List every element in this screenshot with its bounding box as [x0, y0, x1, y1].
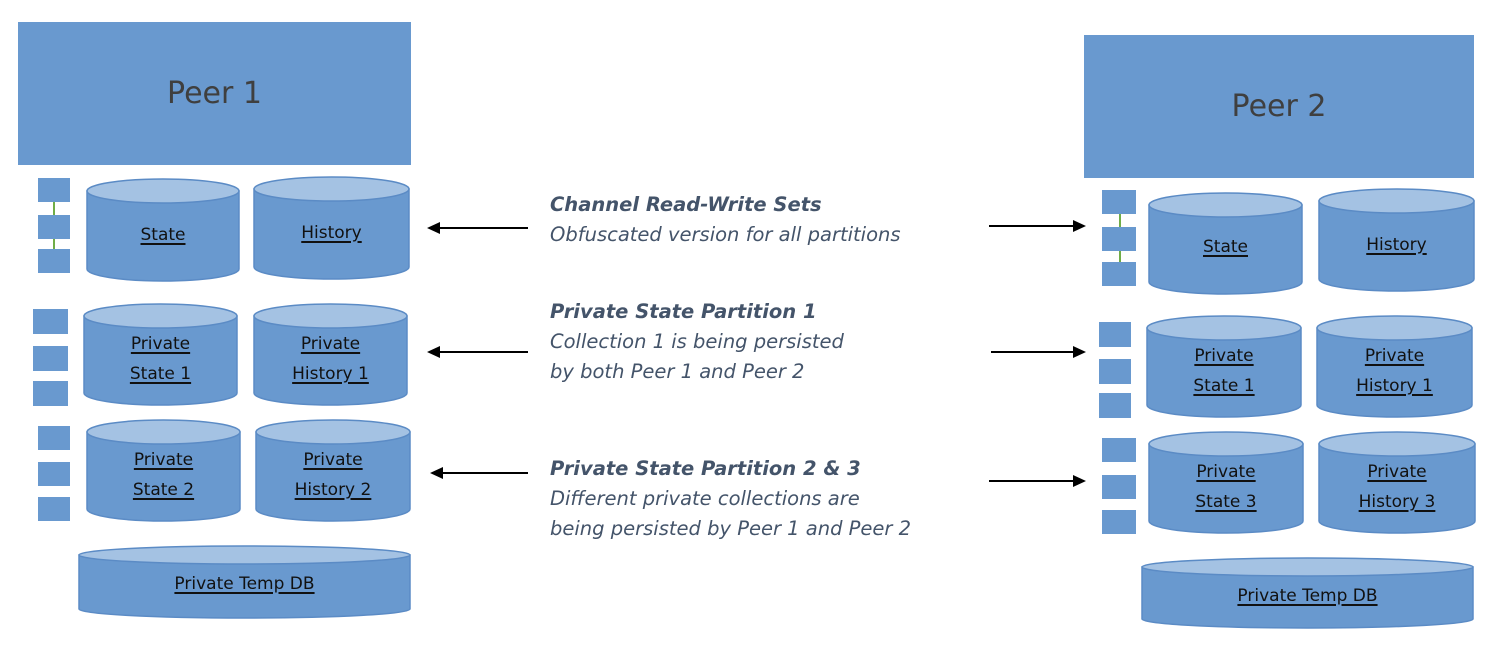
block-connector [1119, 214, 1121, 227]
history-db-cylinder: History [253, 176, 410, 280]
cylinder-top [253, 176, 410, 202]
block-square [1102, 475, 1136, 499]
block-connector [1119, 251, 1121, 262]
peer2-box: Peer 2 [1084, 35, 1474, 178]
annotation-private-partition-2-3: Private State Partition 2 & 3 Different … [550, 454, 911, 544]
private-history-2-label-line1: Private [303, 450, 363, 470]
block-square [38, 215, 70, 239]
arrow-head [1073, 220, 1086, 232]
private-history-2-label-line2: History 2 [294, 480, 372, 500]
private-state-1-label-line2: State 1 [129, 364, 192, 384]
private-state-3-label-line2: State 3 [1195, 492, 1257, 512]
arrow-left-channel [427, 222, 528, 234]
private-state-3-label-line1: Private [1196, 462, 1256, 482]
block-square [33, 309, 68, 334]
annotation-heading: Private State Partition 1 [550, 300, 817, 323]
annotation-line: being persisted by Peer 1 and Peer 2 [550, 517, 912, 540]
cylinder-top [1148, 192, 1303, 218]
private-history-3-label-line1: Private [1367, 462, 1427, 482]
cylinder-top [78, 545, 411, 565]
private-temp-db-cylinder: Private Temp DB [78, 545, 411, 619]
block-square [1102, 190, 1136, 214]
block-square [1102, 438, 1136, 462]
private-state-1-cylinder: Private State 1 [83, 303, 238, 406]
block-square [38, 462, 70, 486]
state-db-label: State [1203, 237, 1248, 257]
peer1-box: Peer 1 [18, 22, 411, 165]
private-state-1-cylinder: Private State 1 [1146, 315, 1302, 418]
arrow-head [427, 222, 440, 234]
arrow-left-partition-2-3 [430, 467, 528, 479]
private-history-1-label-line1: Private [1364, 346, 1425, 366]
block-square [1102, 227, 1136, 251]
arrow-left-partition-1 [427, 346, 528, 358]
private-temp-db-cylinder: Private Temp DB [1141, 557, 1474, 629]
annotation-heading: Private State Partition 2 & 3 [550, 457, 861, 480]
arrow-right-partition-2-3 [989, 475, 1086, 487]
private-temp-db-label: Private Temp DB [1237, 586, 1378, 606]
arrow-head [427, 346, 440, 358]
cylinder-top [1146, 315, 1302, 341]
block-square [1099, 322, 1131, 347]
cylinder-top [1318, 431, 1476, 457]
arrow-head [430, 467, 443, 479]
private-history-1-label-line1: Private [300, 334, 361, 354]
private-state-1-label-line1: Private [130, 334, 191, 354]
cylinder-top [255, 419, 411, 445]
annotation-private-partition-1: Private State Partition 1 Collection 1 i… [550, 297, 844, 387]
arrow-right-partition-1 [991, 346, 1086, 358]
annotation-line: Collection 1 is being persisted [550, 330, 844, 353]
cylinder-top [1318, 188, 1475, 214]
private-history-3-label-line2: History 3 [1358, 492, 1436, 512]
arrow-head [1073, 346, 1086, 358]
history-db-label: History [301, 223, 362, 243]
private-history-1-label-line2: History 1 [292, 364, 369, 384]
block-square [1099, 359, 1131, 384]
private-temp-db-label: Private Temp DB [174, 574, 315, 594]
annotation-heading: Channel Read-Write Sets [550, 193, 822, 216]
annotation-line: by both Peer 1 and Peer 2 [550, 360, 805, 383]
private-state-1-label-line2: State 1 [1193, 376, 1255, 396]
block-square [38, 178, 70, 202]
private-history-1-cylinder: Private History 1 [1316, 315, 1473, 418]
block-square [33, 346, 68, 371]
private-state-1-label-line1: Private [1194, 346, 1254, 366]
cylinder-top [1141, 557, 1474, 577]
block-square [38, 497, 70, 521]
cylinder-top [86, 419, 241, 445]
cylinder-top [83, 303, 238, 329]
history-db-cylinder: History [1318, 188, 1475, 292]
block-square [38, 426, 70, 450]
private-state-2-label-line2: State 2 [132, 480, 195, 500]
private-history-2-cylinder: Private History 2 [255, 419, 411, 522]
annotation-channel-rw-sets: Channel Read-Write Sets Obfuscated versi… [550, 190, 901, 250]
private-state-3-cylinder: Private State 3 [1148, 431, 1304, 534]
arrow-head [1073, 475, 1086, 487]
block-connector [53, 239, 55, 249]
annotation-line: Obfuscated version for all partitions [550, 223, 901, 246]
state-db-label: State [140, 225, 186, 245]
private-history-3-cylinder: Private History 3 [1318, 431, 1476, 534]
private-history-1-label-line2: History 1 [1356, 376, 1433, 396]
private-state-2-cylinder: Private State 2 [86, 419, 241, 522]
private-history-1-cylinder: Private History 1 [253, 303, 408, 406]
cylinder-top [1148, 431, 1304, 457]
peer2-title: Peer 2 [1231, 89, 1327, 124]
annotation-line: Different private collections are [550, 487, 860, 510]
block-square [33, 381, 68, 406]
state-db-cylinder: State [86, 178, 240, 282]
peer1-title: Peer 1 [167, 76, 262, 111]
block-connector [53, 202, 55, 215]
cylinder-top [253, 303, 408, 329]
block-square [1099, 393, 1131, 418]
history-db-label: History [1366, 235, 1427, 255]
state-db-cylinder: State [1148, 192, 1303, 295]
cylinder-top [1316, 315, 1473, 341]
private-state-2-label-line1: Private [133, 450, 194, 470]
block-square [38, 249, 70, 273]
arrow-right-channel [989, 220, 1086, 232]
cylinder-top [86, 178, 240, 204]
block-square [1102, 510, 1136, 534]
block-square [1102, 262, 1136, 286]
